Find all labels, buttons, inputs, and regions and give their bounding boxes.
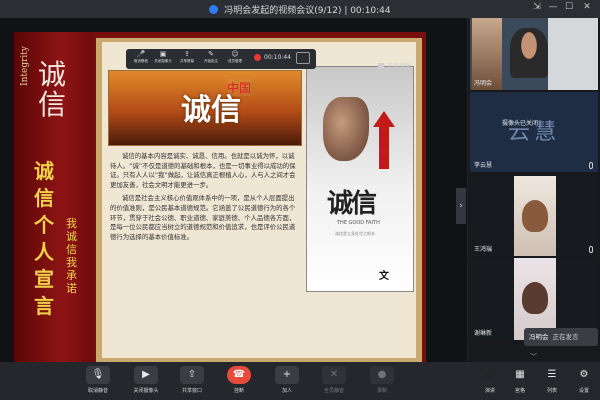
toolbar-camera-button[interactable]: ▣ 关闭摄像头	[152, 50, 174, 64]
body-paragraph-2: 诚信是社会主义核心价值观体系中的一项，是从个人层面提出的价值准则，是公民基本道德…	[110, 194, 296, 241]
collapse-panel-button[interactable]: ›	[456, 188, 466, 224]
add-person-icon: +	[275, 366, 299, 384]
add-participant-button[interactable]: + 加人	[267, 366, 307, 394]
bottom-toolbar: 🎙 取消静音 ▶ 关闭摄像头 ⇧ 共享窗口 ☎ 挂断 + 加人 ✕ 全员静音 ● 录制 ▤ 演讲…	[0, 362, 600, 400]
poster-subtitle: 诚信是立身处世之根本	[335, 231, 375, 236]
pin-icon[interactable]: ⇲	[530, 2, 544, 12]
close-icon[interactable]: ✕	[580, 2, 594, 12]
toolbar-participants-button[interactable]: ☺ 成员管理	[224, 50, 246, 64]
banner-title: 诚信	[37, 58, 66, 121]
mic-icon	[589, 246, 593, 253]
title-bar: 冯明会发起的视频会议(9/12) | 00:10:44 ⇲ — ☐ ✕	[0, 0, 600, 18]
body-paragraph-1: 诚信的基本内容是诚实、诚恳、信用。也就是以诚为怀，以诚待人。“诚”不仅是道德的基…	[110, 152, 296, 189]
shared-screen: Integrity 诚信 诚信个人宣言 我诚信 我承诺 社会主义核心价值观 诚信…	[0, 18, 467, 366]
gear-icon: ⚙	[579, 369, 589, 380]
pledge-text: 我诚信 我承诺	[66, 217, 77, 295]
mic-icon	[589, 162, 593, 169]
share-screen-icon: ⇧	[180, 366, 204, 384]
window-title: 冯明会发起的视频会议(9/12) | 00:10:44	[224, 6, 391, 16]
speaker-view-icon: ▤	[485, 369, 495, 380]
speaker-view-button[interactable]: ▤ 演讲	[476, 366, 504, 394]
mute-all-icon: ✕	[322, 366, 346, 384]
toolbar-annotate-button[interactable]: ✎ 开始批注	[200, 50, 222, 64]
video-tile[interactable]: 云慧 摄像头已关闭 李云慧	[470, 92, 598, 172]
minimize-icon[interactable]: —	[546, 2, 560, 12]
slide-body: 诚信的基本内容是诚实、诚恳、信用。也就是以诚为怀，以诚待人。“诚”不仅是道德的基…	[110, 152, 300, 246]
slide-scroll: 社会主义核心价值观 诚信 中国 诚信的基本内容是诚实、诚恳、信用。也就是以诚为怀…	[96, 38, 422, 362]
hangup-button[interactable]: ☎ 挂断	[219, 366, 259, 394]
maximize-icon[interactable]: ☐	[562, 2, 576, 12]
slide-photo: 诚信 中国	[108, 70, 302, 146]
record-button[interactable]: ● 录制	[362, 366, 402, 394]
declaration-text: 诚信个人宣言	[34, 159, 54, 318]
participant-video	[510, 28, 548, 78]
poster-seal: 文	[379, 271, 389, 282]
unmute-button[interactable]: 🎙 取消静音	[78, 366, 118, 394]
photo-small-text: 中国	[227, 79, 252, 96]
toolbar-mic-button[interactable]: 🎤 取消静音	[130, 50, 152, 64]
list-view-button[interactable]: ☰ 列表	[538, 366, 566, 394]
video-tile[interactable]: 冯明会	[470, 18, 598, 90]
video-panel: 冯明会 云慧 摄像头已关闭 李云慧 王鸿瑞 谢琳新	[468, 18, 600, 362]
meeting-status-icon	[209, 5, 219, 14]
participant-video	[522, 282, 548, 314]
video-tile[interactable]: 王鸿瑞	[470, 176, 598, 256]
participant-video	[522, 200, 548, 232]
speaker-name: 冯明会	[529, 333, 549, 341]
stop-share-button[interactable]	[296, 52, 310, 64]
camera-off-button[interactable]: ▶ 关闭摄像头	[126, 366, 166, 394]
slide-poster: 诚信 THE GOOD FAITH 诚信是立身处世之根本 文	[306, 66, 414, 292]
settings-button[interactable]: ⚙ 设置	[570, 366, 598, 394]
share-window-button[interactable]: ⇧ 共享窗口	[172, 366, 212, 394]
record-icon: ●	[370, 366, 394, 384]
camera-off-notice: 摄像头已关闭	[502, 118, 539, 127]
presentation-slide: Integrity 诚信 诚信个人宣言 我诚信 我承诺 社会主义核心价值观 诚信…	[14, 32, 426, 366]
grid-view-icon	[378, 63, 384, 69]
toolbar-timer: 00:10:44	[264, 54, 291, 61]
poster-title: 诚信	[327, 189, 377, 219]
gallery-view-button[interactable]: ▦ 宫格	[506, 366, 534, 394]
slide-left-banner: Integrity 诚信 诚信个人宣言 我诚信 我承诺	[14, 32, 94, 366]
participant-name: 冯明会	[474, 80, 493, 87]
mic-off-icon: 🎙	[86, 366, 110, 384]
grid-icon: ▦	[515, 369, 525, 380]
toolbar-share-button[interactable]: ⇪ 共享屏幕	[176, 50, 198, 64]
participant-name: 王鸿瑞	[474, 246, 493, 253]
hand-image	[323, 97, 369, 161]
participant-name: 谢琳新	[474, 330, 493, 337]
chevron-down-icon[interactable]: ﹀	[530, 352, 537, 362]
phone-hangup-icon: ☎	[227, 366, 251, 384]
recording-dot-icon	[254, 54, 261, 61]
list-icon: ☰	[547, 369, 557, 380]
participant-name: 李云慧	[474, 162, 493, 169]
meeting-window: 冯明会发起的视频会议(9/12) | 00:10:44 ⇲ — ☐ ✕ Inte…	[0, 0, 600, 400]
view-select-button[interactable]: 选择视图	[378, 61, 411, 70]
mute-all-button[interactable]: ✕ 全员静音	[314, 366, 354, 394]
speaking-indicator: 冯明会 正在发言	[524, 328, 598, 346]
speaking-status: 正在发言	[552, 333, 579, 341]
camera-icon: ▶	[134, 366, 158, 384]
floating-toolbar: 🎤 取消静音 ▣ 关闭摄像头 ⇪ 共享屏幕 ✎ 开始批注 ☺ 成员管理 00:10:44	[126, 49, 316, 69]
integrity-label: Integrity	[20, 46, 30, 86]
poster-english: THE GOOD FAITH	[337, 220, 380, 226]
